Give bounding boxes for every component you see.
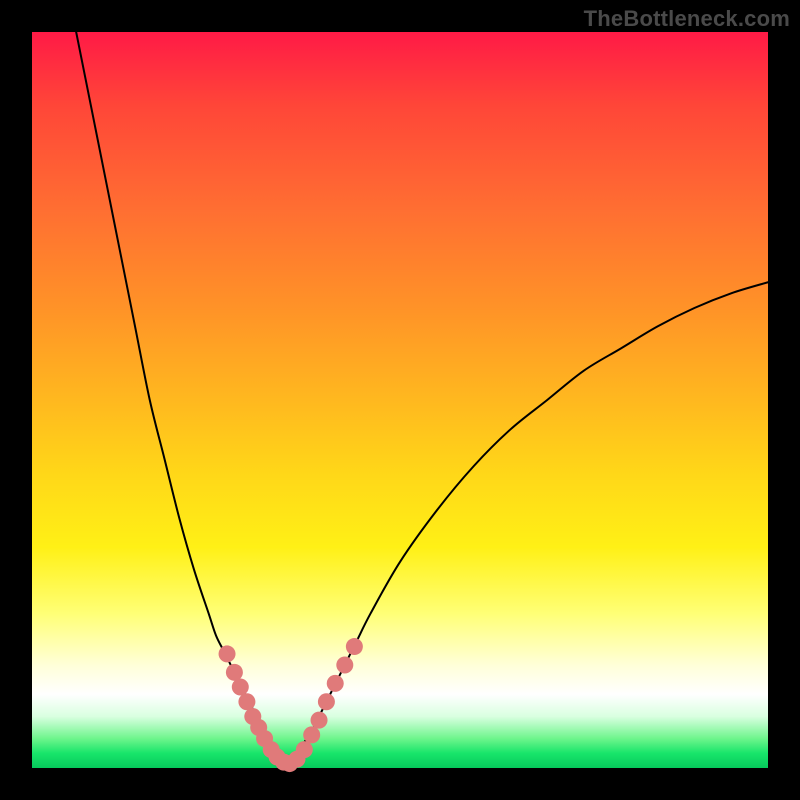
watermark-text: TheBottleneck.com xyxy=(584,6,790,32)
highlight-dot xyxy=(296,741,313,758)
plot-area xyxy=(32,32,768,768)
highlight-dot xyxy=(232,679,249,696)
chart-svg xyxy=(32,32,768,768)
highlight-dot xyxy=(219,645,236,662)
highlight-dot xyxy=(318,693,335,710)
highlight-dot xyxy=(303,726,320,743)
curve-right-branch xyxy=(282,282,768,764)
curve-left-branch xyxy=(76,32,282,764)
highlight-dot xyxy=(226,664,243,681)
highlight-dot xyxy=(238,693,255,710)
highlight-dot xyxy=(346,638,363,655)
highlight-dot xyxy=(311,712,328,729)
chart-frame: TheBottleneck.com xyxy=(0,0,800,800)
highlight-markers xyxy=(219,638,363,772)
highlight-dot xyxy=(327,675,344,692)
highlight-dot xyxy=(336,656,353,673)
